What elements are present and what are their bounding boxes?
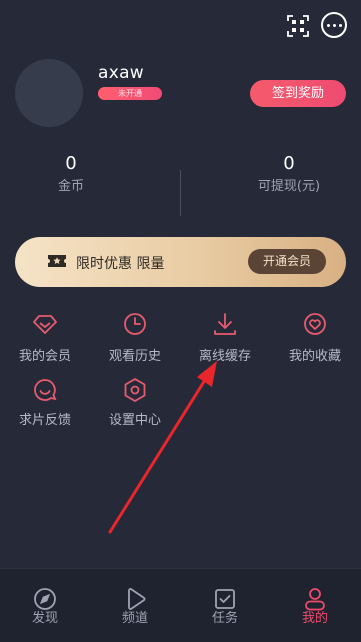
tab-tasks[interactable]: 任务 (195, 607, 255, 626)
vip-status-badge: 未开通 (98, 87, 162, 100)
grid-item-label[interactable]: 设置中心 (93, 409, 177, 428)
settings-icon[interactable] (122, 377, 148, 403)
clock-icon[interactable] (122, 311, 148, 337)
ticket-star-icon (48, 255, 66, 267)
diamond-icon[interactable] (32, 311, 58, 337)
open-membership-button[interactable]: 开通会员 (248, 249, 326, 274)
download-icon[interactable] (212, 311, 238, 337)
coins-label[interactable]: 金币 (11, 175, 131, 194)
tab-channel[interactable]: 频道 (105, 607, 165, 626)
chat-icon[interactable] (32, 377, 58, 403)
withdrawable-value: 0 (283, 153, 295, 174)
grid-item-label[interactable]: 求片反馈 (3, 409, 87, 428)
username: axaw (98, 63, 144, 83)
stats-divider (180, 170, 181, 216)
grid-item-label[interactable]: 离线缓存 (183, 345, 267, 364)
checkin-reward-button[interactable]: 签到奖励 (250, 80, 346, 107)
withdrawable-label[interactable]: 可提现(元) (229, 175, 349, 194)
tab-discover[interactable]: 发现 (15, 607, 75, 626)
grid-item-label[interactable]: 观看历史 (93, 345, 177, 364)
promo-text: 限时优惠 限量 (76, 256, 165, 272)
tab-mine[interactable]: 我的 (285, 607, 345, 626)
avatar[interactable] (15, 59, 83, 127)
grid-item-label[interactable]: 我的会员 (3, 345, 87, 364)
grid-item-label[interactable]: 我的收藏 (273, 345, 357, 364)
more-options-icon[interactable] (321, 12, 347, 38)
qr-scan-icon[interactable] (286, 14, 310, 38)
coins-value: 0 (65, 153, 77, 174)
heart-icon[interactable] (302, 311, 328, 337)
